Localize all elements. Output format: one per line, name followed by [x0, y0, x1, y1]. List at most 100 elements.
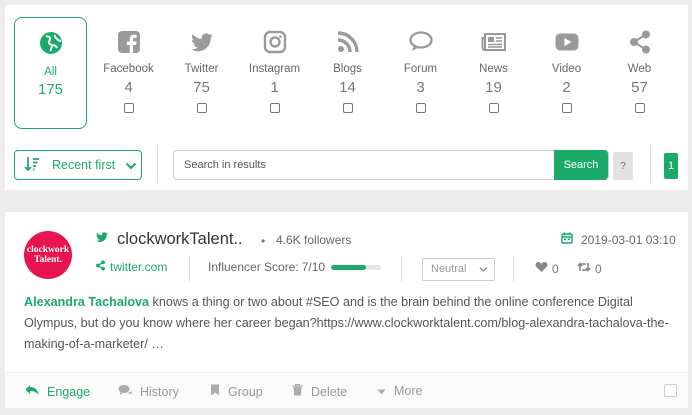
influencer-label: Influencer Score: [208, 260, 299, 274]
engage-label: Engage [47, 384, 91, 399]
search-box: Search [173, 150, 609, 180]
source-link-text: twitter.com [110, 260, 168, 274]
sentiment-value: Neutral [431, 263, 467, 275]
source-count: 19 [485, 79, 502, 96]
source-checkbox[interactable] [123, 103, 134, 113]
divider [650, 146, 651, 182]
source-tab-all[interactable]: All 175 [14, 17, 87, 129]
influencer-value: 7/10 [301, 260, 326, 274]
shares-count: 0 [595, 261, 602, 276]
likes[interactable]: 0 [535, 261, 559, 276]
help-button[interactable]: ? [613, 152, 633, 180]
action-bar: Engage History Group Delete More [5, 372, 688, 408]
influencer-score: Influencer Score: 7/10 [208, 260, 382, 274]
divider [401, 256, 402, 282]
post-body: Alexandra Tachalova knows a thing or two… [24, 292, 674, 355]
shares[interactable]: 0 [577, 261, 602, 276]
source-count: 3 [416, 79, 425, 96]
source-tab-web[interactable]: Web 57 [603, 17, 676, 129]
select-checkbox[interactable] [664, 384, 677, 397]
trash-icon [292, 383, 303, 399]
sort-label: Recent first [52, 158, 116, 172]
avatar[interactable]: clockwork Talent. [24, 231, 72, 279]
delete-button[interactable]: Delete [292, 383, 348, 399]
search-button[interactable]: Search [554, 150, 608, 180]
source-label: Twitter [184, 63, 219, 75]
sort-dropdown[interactable]: Recent first [14, 150, 142, 180]
delete-label: Delete [311, 384, 348, 399]
followers-count: 4.6K followers [276, 233, 352, 247]
separator-dot: • [261, 234, 266, 248]
newspaper-icon [481, 29, 507, 55]
source-count: 2 [562, 79, 571, 96]
source-tab-blogs[interactable]: Blogs 14 [311, 17, 384, 129]
source-label: Instagram [248, 63, 301, 75]
source-count: 57 [631, 79, 648, 96]
divider [513, 256, 514, 282]
engage-button[interactable]: Engage [25, 384, 90, 399]
globe-icon [38, 30, 64, 56]
source-label: Video [551, 63, 582, 75]
mention-card: clockwork Talent. clockworkTalent.. • 4.… [5, 212, 688, 408]
author-row: clockworkTalent.. [95, 230, 243, 249]
caret-down-icon [377, 384, 386, 398]
source-tabs: All 175 Facebook 4 Twitter 75 Instagram … [14, 17, 680, 129]
source-checkbox[interactable] [415, 103, 426, 113]
source-link[interactable]: twitter.com [95, 260, 167, 274]
influencer-bar [331, 264, 382, 270]
source-checkbox[interactable] [342, 103, 353, 113]
history-button[interactable]: History [118, 384, 179, 399]
date-text: 2019-03-01 03:10 [581, 232, 676, 247]
source-tab-facebook[interactable]: Facebook 4 [92, 17, 165, 129]
source-label: Forum [403, 63, 438, 75]
source-count: 75 [193, 79, 210, 96]
source-tab-instagram[interactable]: Instagram 1 [238, 17, 311, 129]
source-checkbox[interactable] [269, 103, 280, 113]
heart-icon [535, 261, 548, 276]
divider [189, 256, 190, 282]
more-label: More [394, 384, 423, 398]
calendar-icon [561, 232, 573, 247]
source-label: Facebook [103, 63, 154, 75]
twitter-icon [95, 232, 109, 247]
source-tab-forum[interactable]: Forum 3 [384, 17, 457, 129]
instagram-icon [262, 29, 288, 55]
share-icon [627, 29, 653, 55]
post-date: 2019-03-01 03:10 [561, 232, 676, 247]
source-checkbox[interactable] [488, 103, 499, 113]
mention-link[interactable]: Alexandra Tachalova [24, 295, 149, 309]
chevron-down-icon [125, 158, 137, 173]
history-label: History [140, 384, 179, 399]
group-button[interactable]: Group [210, 384, 263, 399]
source-label: News [479, 63, 508, 75]
reply-icon [25, 384, 39, 399]
share-icon [95, 260, 106, 274]
divider [157, 146, 158, 182]
bookmark-icon [210, 384, 220, 399]
youtube-icon [554, 29, 580, 55]
avatar-line: clockwork [26, 245, 70, 255]
page-number-button[interactable]: 1 [664, 153, 678, 179]
source-checkbox[interactable] [634, 103, 645, 113]
twitter-icon [189, 29, 215, 55]
source-checkbox[interactable] [196, 103, 207, 113]
retweet-icon [577, 261, 591, 276]
avatar-line: Talent. [34, 255, 62, 265]
comments-icon [118, 384, 132, 399]
source-tab-news[interactable]: News 19 [457, 17, 530, 129]
source-checkbox[interactable] [561, 103, 572, 113]
source-tab-twitter[interactable]: Twitter 75 [165, 17, 238, 129]
source-count: 175 [37, 81, 64, 98]
author-name[interactable]: clockworkTalent.. [117, 230, 243, 249]
source-label: Blogs [333, 63, 362, 75]
more-button[interactable]: More [377, 384, 422, 398]
source-tab-video[interactable]: Video 2 [530, 17, 603, 129]
influencer-bar-fill [331, 264, 367, 270]
source-filter-panel: All 175 Facebook 4 Twitter 75 Instagram … [5, 5, 688, 190]
search-input[interactable] [174, 151, 554, 179]
comments-icon [408, 29, 434, 55]
source-count: 1 [270, 79, 279, 96]
likes-count: 0 [552, 261, 559, 276]
sentiment-select[interactable]: Neutral [422, 258, 495, 281]
source-count: 4 [124, 79, 133, 96]
